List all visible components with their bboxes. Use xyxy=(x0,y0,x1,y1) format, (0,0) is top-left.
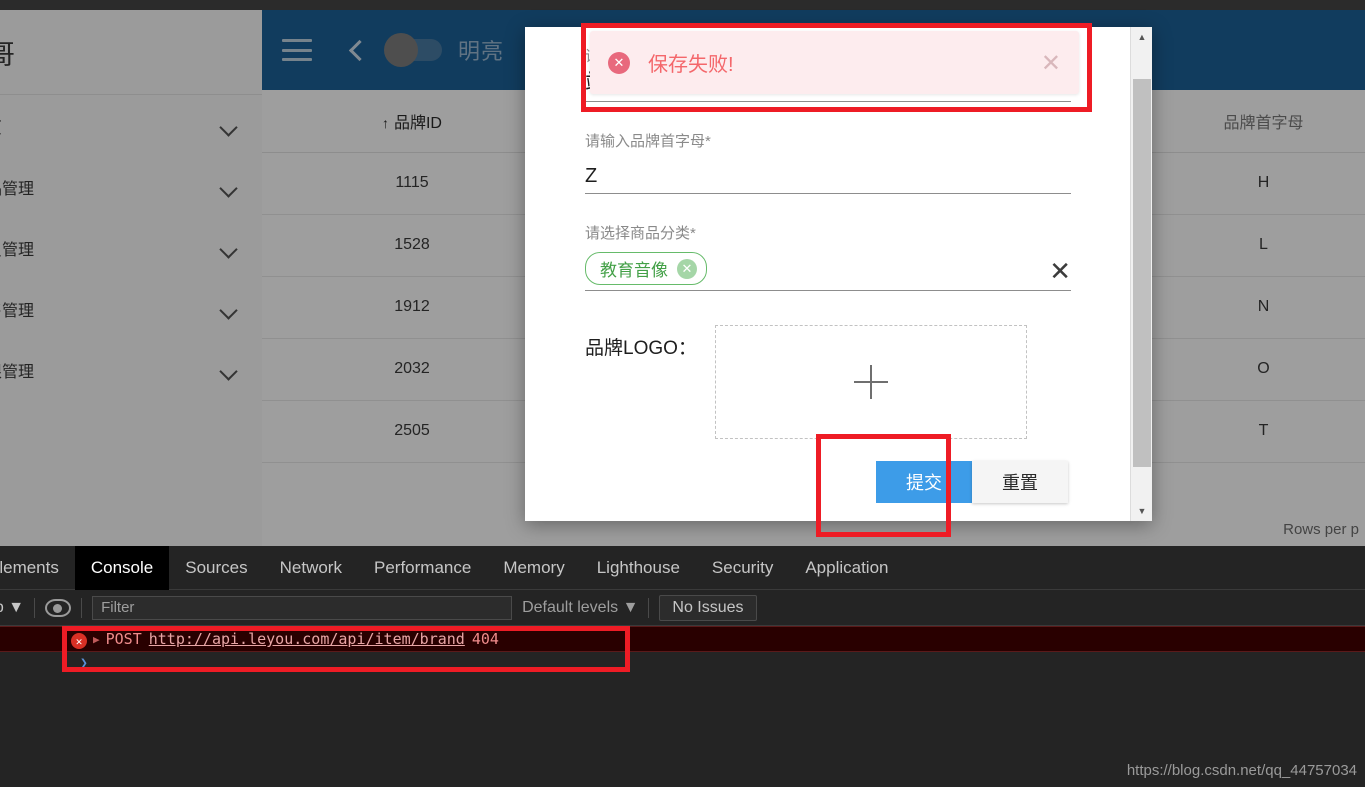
cell-brand-initial: T xyxy=(1162,400,1365,463)
toolbar-divider xyxy=(81,597,83,618)
sidebar-item-label: 品管理 xyxy=(0,180,35,198)
expand-triangle-icon[interactable]: ▶ xyxy=(93,633,100,646)
console-method: POST xyxy=(105,630,142,648)
error-circle-icon: ✕ xyxy=(71,633,87,649)
sidebar-item-label: 售管理 xyxy=(0,302,35,320)
cell-brand-id: 2032 xyxy=(262,338,562,401)
sidebar-item-3[interactable]: 售管理 xyxy=(0,278,262,339)
sidebar-item-label: 员管理 xyxy=(0,241,35,259)
chevron-down-icon xyxy=(218,359,240,381)
tab-lighthouse[interactable]: Lighthouse xyxy=(581,546,696,590)
field-line-brand-initial: Z xyxy=(585,160,1071,194)
column-header-brand-initial[interactable]: 品牌首字母 xyxy=(1162,90,1365,153)
column-header-brand-id[interactable]: ↑ 品牌ID xyxy=(262,90,562,153)
console-levels-dropdown[interactable]: Default levels ▼ xyxy=(522,599,638,617)
sidebar-item-4[interactable]: 限管理 xyxy=(0,339,262,400)
cell-brand-initial: N xyxy=(1162,276,1365,339)
tab-elements[interactable]: Elements xyxy=(0,546,75,590)
tab-application[interactable]: Application xyxy=(789,546,904,590)
sidebar-item-label: 限管理 xyxy=(0,363,35,381)
cell-brand-initial: L xyxy=(1162,214,1365,277)
logo-upload-dropzone[interactable] xyxy=(714,325,1027,439)
error-circle-icon: ✕ xyxy=(608,51,630,74)
console-filter-input[interactable]: Filter xyxy=(92,595,513,620)
scroll-down-arrow-icon[interactable]: ▼ xyxy=(1131,501,1152,521)
form-group-brand-initial: 请输入品牌首字母* Z xyxy=(585,130,1071,194)
clear-selection-icon[interactable]: ✕ xyxy=(1049,259,1071,285)
toolbar-divider xyxy=(34,597,36,618)
console-error-row[interactable]: ✕ ▶ POST http://api.leyou.com/api/item/b… xyxy=(0,626,1365,652)
logo-label: 品牌LOGO： xyxy=(585,338,697,359)
modal-body: 请 站 请输入品牌首字母* Z 请选择商品分类* 教育音像 ✕ ✕ xyxy=(525,27,1130,521)
rows-per-page-label: Rows per p xyxy=(1283,521,1359,538)
cell-brand-id: 1528 xyxy=(262,214,562,277)
tab-performance[interactable]: Performance xyxy=(358,546,487,590)
field-line-category: 教育音像 ✕ ✕ xyxy=(585,252,1071,291)
sidebar-item-0[interactable]: 页 xyxy=(0,95,262,156)
cell-brand-initial: O xyxy=(1162,338,1365,401)
plus-icon xyxy=(853,365,888,399)
scrollbar-thumb[interactable] xyxy=(1133,79,1151,467)
tab-security[interactable]: Security xyxy=(696,546,789,590)
submit-button[interactable]: 提交 xyxy=(876,461,972,503)
modal-scrollbar[interactable]: ▲ ▼ xyxy=(1130,27,1152,521)
modal-button-row: 提交 重置 xyxy=(585,461,1070,503)
category-chip[interactable]: 教育音像 ✕ xyxy=(585,252,707,285)
tab-network[interactable]: Network xyxy=(264,546,358,590)
csdn-watermark: https://blog.csdn.net/qq_44757034 xyxy=(1126,762,1357,779)
toolbar-divider xyxy=(648,597,650,618)
reset-button[interactable]: 重置 xyxy=(972,461,1068,503)
console-status-code: 404 xyxy=(471,630,499,648)
category-chip-label: 教育音像 xyxy=(600,261,668,280)
cell-brand-initial: H xyxy=(1162,152,1365,215)
tab-sources[interactable]: Sources xyxy=(169,546,263,590)
console-context-selector[interactable]: op ▼ xyxy=(0,599,24,617)
screenshot-root: 哥 页 品管理 员管理 售管理 限管理 xyxy=(0,0,1365,787)
sidebar-item-label: 页 xyxy=(0,114,2,138)
tab-console[interactable]: Console xyxy=(74,545,170,590)
brand-initial-input[interactable]: Z xyxy=(585,165,597,188)
app-sidebar: 哥 页 品管理 员管理 售管理 限管理 xyxy=(0,10,262,546)
column-label: 品牌ID xyxy=(393,114,442,132)
toggle-knob xyxy=(384,33,418,67)
console-toolbar: op ▼ Filter Default levels ▼ No Issues xyxy=(0,590,1365,626)
chevron-down-icon xyxy=(218,115,240,137)
form-group-category: 请选择商品分类* 教育音像 ✕ ✕ xyxy=(585,222,1071,291)
console-url-link[interactable]: http://api.leyou.com/api/item/brand xyxy=(149,630,465,648)
sort-asc-icon: ↑ xyxy=(381,114,389,131)
console-prompt-caret: ❯ xyxy=(80,656,88,671)
alert-message: 保存失败! xyxy=(648,54,734,76)
column-label: 品牌首字母 xyxy=(1223,114,1304,132)
hidden-field-underline xyxy=(585,101,1071,102)
devtools-tabbar: Elements Console Sources Network Perform… xyxy=(0,545,1365,590)
sidebar-brand: 哥 xyxy=(0,10,262,95)
chevron-down-icon xyxy=(218,176,240,198)
cell-brand-id: 2505 xyxy=(262,400,562,463)
no-issues-button[interactable]: No Issues xyxy=(659,594,757,621)
theme-label: 明亮 xyxy=(458,39,505,64)
console-output: ✕ ▶ POST http://api.leyou.com/api/item/b… xyxy=(0,626,1365,671)
logo-upload-row: 品牌LOGO： xyxy=(585,325,1070,439)
hamburger-menu-icon[interactable] xyxy=(282,39,312,61)
chip-remove-icon[interactable]: ✕ xyxy=(677,258,697,279)
cell-brand-id: 1912 xyxy=(262,276,562,339)
brand-form-modal: 请 站 请输入品牌首字母* Z 请选择商品分类* 教育音像 ✕ ✕ xyxy=(525,27,1152,521)
scroll-up-arrow-icon[interactable]: ▲ xyxy=(1131,27,1152,47)
chevron-down-icon xyxy=(218,298,240,320)
chevron-down-icon xyxy=(218,237,240,259)
save-failed-alert: ✕ 保存失败! ✕ xyxy=(590,31,1079,94)
tab-memory[interactable]: Memory xyxy=(487,546,580,590)
sidebar-item-1[interactable]: 品管理 xyxy=(0,156,262,217)
back-chevron-icon[interactable] xyxy=(348,42,364,58)
sidebar-item-2[interactable]: 员管理 xyxy=(0,217,262,278)
close-icon[interactable]: ✕ xyxy=(1041,51,1061,75)
field-label-category: 请选择商品分类* xyxy=(585,225,696,242)
devtools-panel: Elements Console Sources Network Perform… xyxy=(0,545,1365,787)
browser-top-strip xyxy=(0,0,1365,10)
field-label-brand-initial: 请输入品牌首字母* xyxy=(585,133,711,150)
eye-icon[interactable] xyxy=(45,598,72,617)
cell-brand-id: 1115 xyxy=(262,152,562,215)
theme-toggle-switch[interactable] xyxy=(384,33,442,67)
